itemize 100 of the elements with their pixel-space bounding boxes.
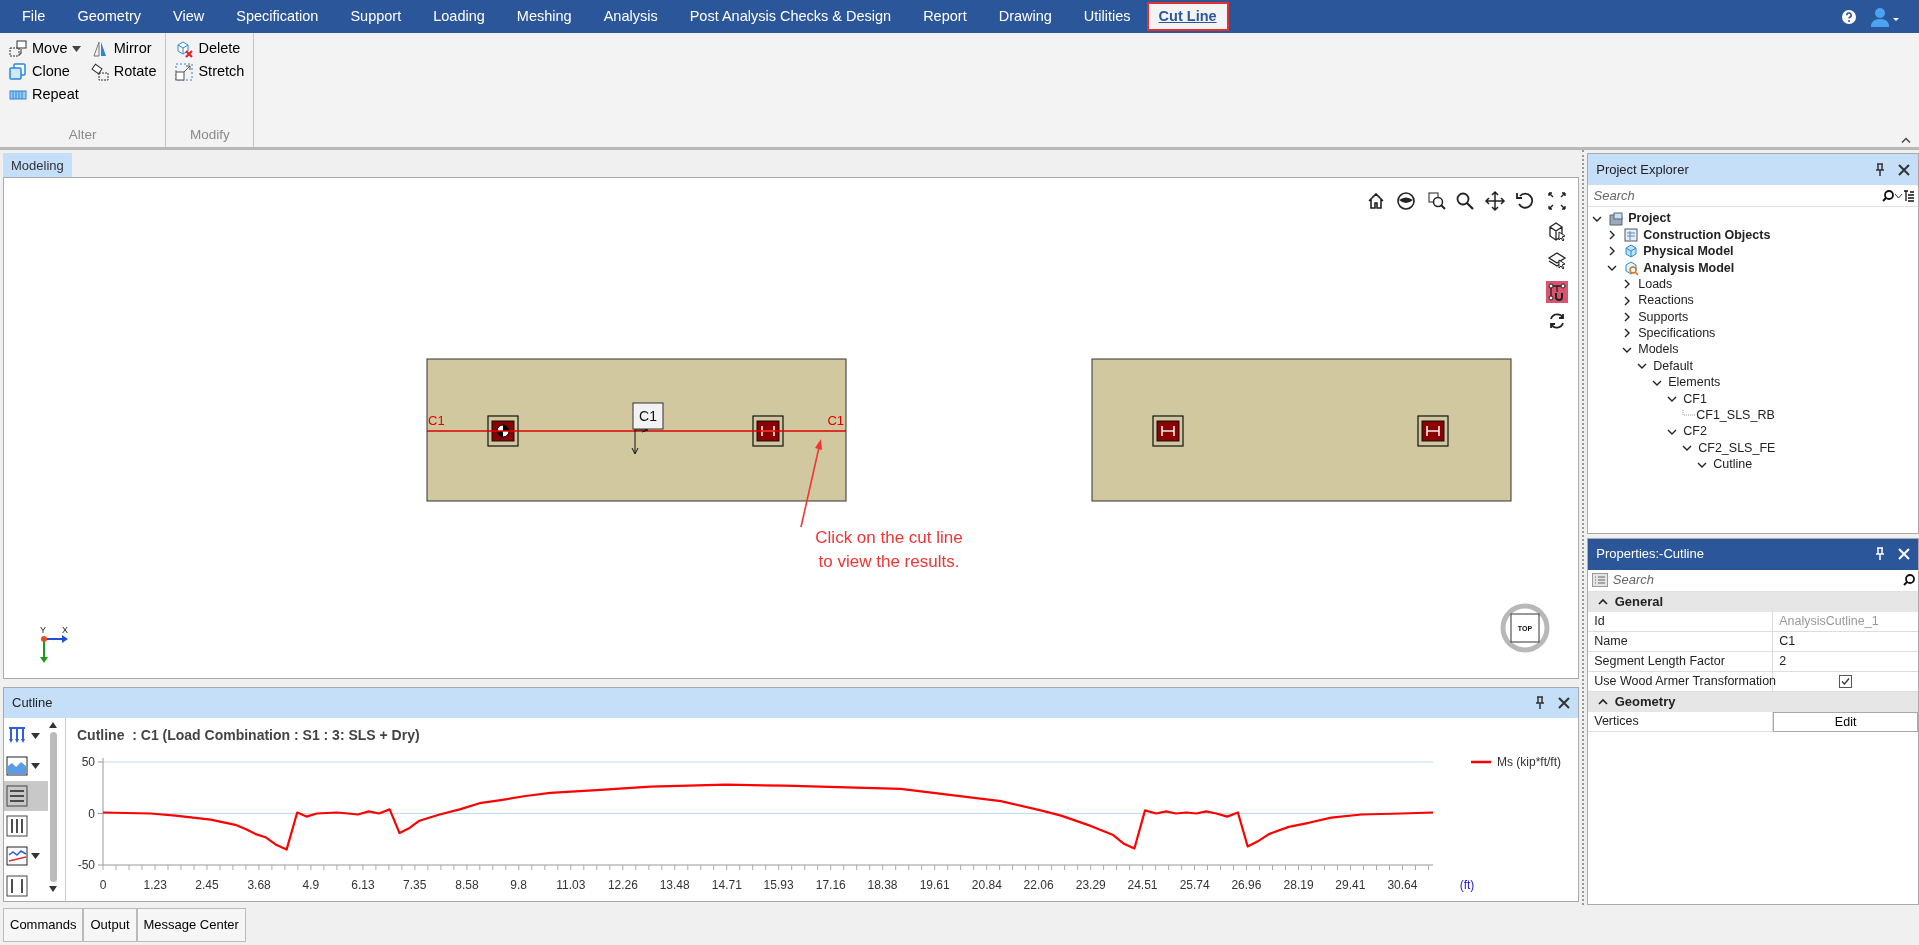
- axis-tick-label: 9.8: [510, 878, 527, 892]
- menu-tab[interactable]: Drawing: [982, 0, 1068, 33]
- cutline-tag[interactable]: C1: [632, 402, 664, 430]
- tree-node-icon: [1623, 227, 1640, 244]
- user-icon[interactable]: [1869, 6, 1900, 27]
- close-icon[interactable]: [1898, 163, 1910, 176]
- axis-tick-label: 23.29: [1075, 878, 1106, 892]
- tree-item[interactable]: Elements: [1668, 373, 1721, 392]
- axis-tick-label: 14.71: [711, 878, 742, 892]
- axis-tick-label: 1.23: [143, 878, 167, 892]
- edit-button[interactable]: Edit: [1773, 711, 1918, 732]
- axis-tick-label: 29.41: [1335, 878, 1366, 892]
- menu-tab[interactable]: File: [6, 0, 62, 33]
- ribbon-button[interactable]: Move: [6, 37, 85, 60]
- caret-icon: [72, 45, 82, 52]
- cube-cross-icon: [175, 39, 194, 58]
- ribbon-button[interactable]: Clone: [6, 60, 85, 83]
- axis-tick-label: 0: [99, 878, 107, 892]
- ribbon-button[interactable]: Rotate: [87, 60, 160, 83]
- axis-tick-label: 18.38: [867, 878, 898, 892]
- scroll-down-icon[interactable]: [49, 886, 57, 892]
- cube-cursor-icon[interactable]: [1549, 222, 1566, 242]
- axis-tick-label: 50: [81, 755, 95, 769]
- tree-item[interactable]: CF1_SLS_RB: [1696, 406, 1775, 425]
- chevron-up-icon[interactable]: [1901, 137, 1911, 143]
- tree-item[interactable]: Cutline: [1713, 455, 1753, 474]
- axis-tick-label: 19.61: [919, 878, 950, 892]
- property-value[interactable]: 2: [1773, 651, 1918, 672]
- axis-triad-icon: [40, 635, 68, 664]
- ribbon-button[interactable]: Repeat: [6, 83, 85, 106]
- menu-tab[interactable]: View: [157, 0, 221, 33]
- panel-title: Cutline: [12, 694, 53, 713]
- chart-title: Cutline : C1 (Load Combination : S1 : 3: SLS + Dry): [77, 727, 420, 743]
- scrollbar-thumb[interactable]: [49, 732, 57, 882]
- refresh-icon[interactable]: [1550, 313, 1564, 330]
- menu-tab[interactable]: Loading: [417, 0, 501, 33]
- bottom-tab[interactable]: Message Center: [136, 908, 246, 942]
- move-arrows-icon[interactable]: [1484, 191, 1506, 212]
- pin-icon[interactable]: [1534, 696, 1546, 711]
- chevron-icon[interactable]: [1598, 598, 1609, 605]
- caret-icon[interactable]: [1893, 192, 1903, 199]
- axis-tick-label: 7.35: [403, 878, 427, 892]
- close-icon[interactable]: [1558, 697, 1570, 710]
- tree-node-icon: [1608, 210, 1625, 227]
- list-view-icon[interactable]: [1591, 573, 1608, 587]
- bottom-tab[interactable]: Output: [83, 908, 137, 942]
- section-title: Geometry: [1614, 692, 1676, 711]
- search-icon[interactable]: [1902, 574, 1915, 586]
- menu-tab[interactable]: Meshing: [500, 0, 588, 33]
- search-icon[interactable]: [1881, 189, 1894, 202]
- snap-magnet-icon[interactable]: [1546, 281, 1568, 304]
- help-icon[interactable]: [1840, 8, 1857, 25]
- tree-options-icon[interactable]: [1902, 189, 1915, 202]
- search-field[interactable]: Search: [1591, 185, 1882, 207]
- column-marker: [1152, 415, 1184, 447]
- ribbon-button[interactable]: Mirror: [87, 37, 160, 60]
- axis-tick-label: 30.64: [1387, 878, 1418, 892]
- axis-tick-label: 20.84: [971, 878, 1002, 892]
- ribbon-button[interactable]: Delete: [172, 37, 248, 60]
- tilted-square-icon: [90, 62, 109, 81]
- legend-label: Ms (kip*ft/ft): [1497, 755, 1561, 769]
- menu-tab[interactable]: Post Analysis Checks & Design: [673, 0, 908, 33]
- checkbox[interactable]: [1839, 674, 1853, 688]
- chart-tool-button[interactable]: [4, 781, 48, 812]
- search-icon[interactable]: [1456, 192, 1474, 211]
- pin-icon[interactable]: [1874, 162, 1886, 177]
- property-value[interactable]: C1: [1773, 631, 1918, 652]
- tree-item[interactable]: Specifications: [1638, 324, 1716, 343]
- menu-tab[interactable]: Specification: [220, 0, 335, 33]
- axis-tick-label: 22.06: [1023, 878, 1054, 892]
- axis-label: X: [62, 625, 68, 636]
- chevron-icon[interactable]: [1667, 394, 1678, 404]
- search-field[interactable]: Search: [1610, 569, 1900, 591]
- axis-label: Y: [40, 625, 46, 636]
- ribbon-button[interactable]: Stretch: [172, 60, 248, 83]
- eye-icon[interactable]: [1397, 192, 1415, 211]
- axis-unit-label: (ft): [1459, 878, 1475, 892]
- fullscreen-icon[interactable]: [1548, 192, 1566, 210]
- menu-tab[interactable]: Support: [334, 0, 418, 33]
- zoom-window-icon[interactable]: [1428, 192, 1446, 211]
- menu-tab[interactable]: Analysis: [587, 0, 674, 33]
- chevron-icon[interactable]: [1598, 698, 1609, 705]
- bottom-tab[interactable]: Commands: [3, 908, 84, 942]
- scroll-up-icon[interactable]: [49, 722, 57, 728]
- axis-tick-label: 6.13: [351, 878, 375, 892]
- column-marker: [752, 415, 784, 447]
- axis-tick-label: 8.58: [455, 878, 479, 892]
- plane-cursor-icon[interactable]: [1547, 252, 1567, 270]
- menu-tab[interactable]: Utilities: [1067, 0, 1147, 33]
- document-tab[interactable]: Modeling: [3, 153, 72, 178]
- axis-tick-label: 26.96: [1231, 878, 1262, 892]
- tree-item[interactable]: CF1: [1683, 389, 1707, 409]
- rotate-icon[interactable]: [1516, 192, 1534, 209]
- menu-tab[interactable]: Report: [907, 0, 983, 33]
- menu-tab[interactable]: Cut Line: [1146, 2, 1229, 31]
- menu-tab[interactable]: Geometry: [61, 0, 158, 33]
- tree-item[interactable]: Physical Model: [1643, 242, 1734, 261]
- home-icon[interactable]: [1368, 193, 1384, 210]
- axis-tick-label: 4.9: [302, 878, 320, 892]
- axis-tick-label: 0: [88, 806, 95, 821]
